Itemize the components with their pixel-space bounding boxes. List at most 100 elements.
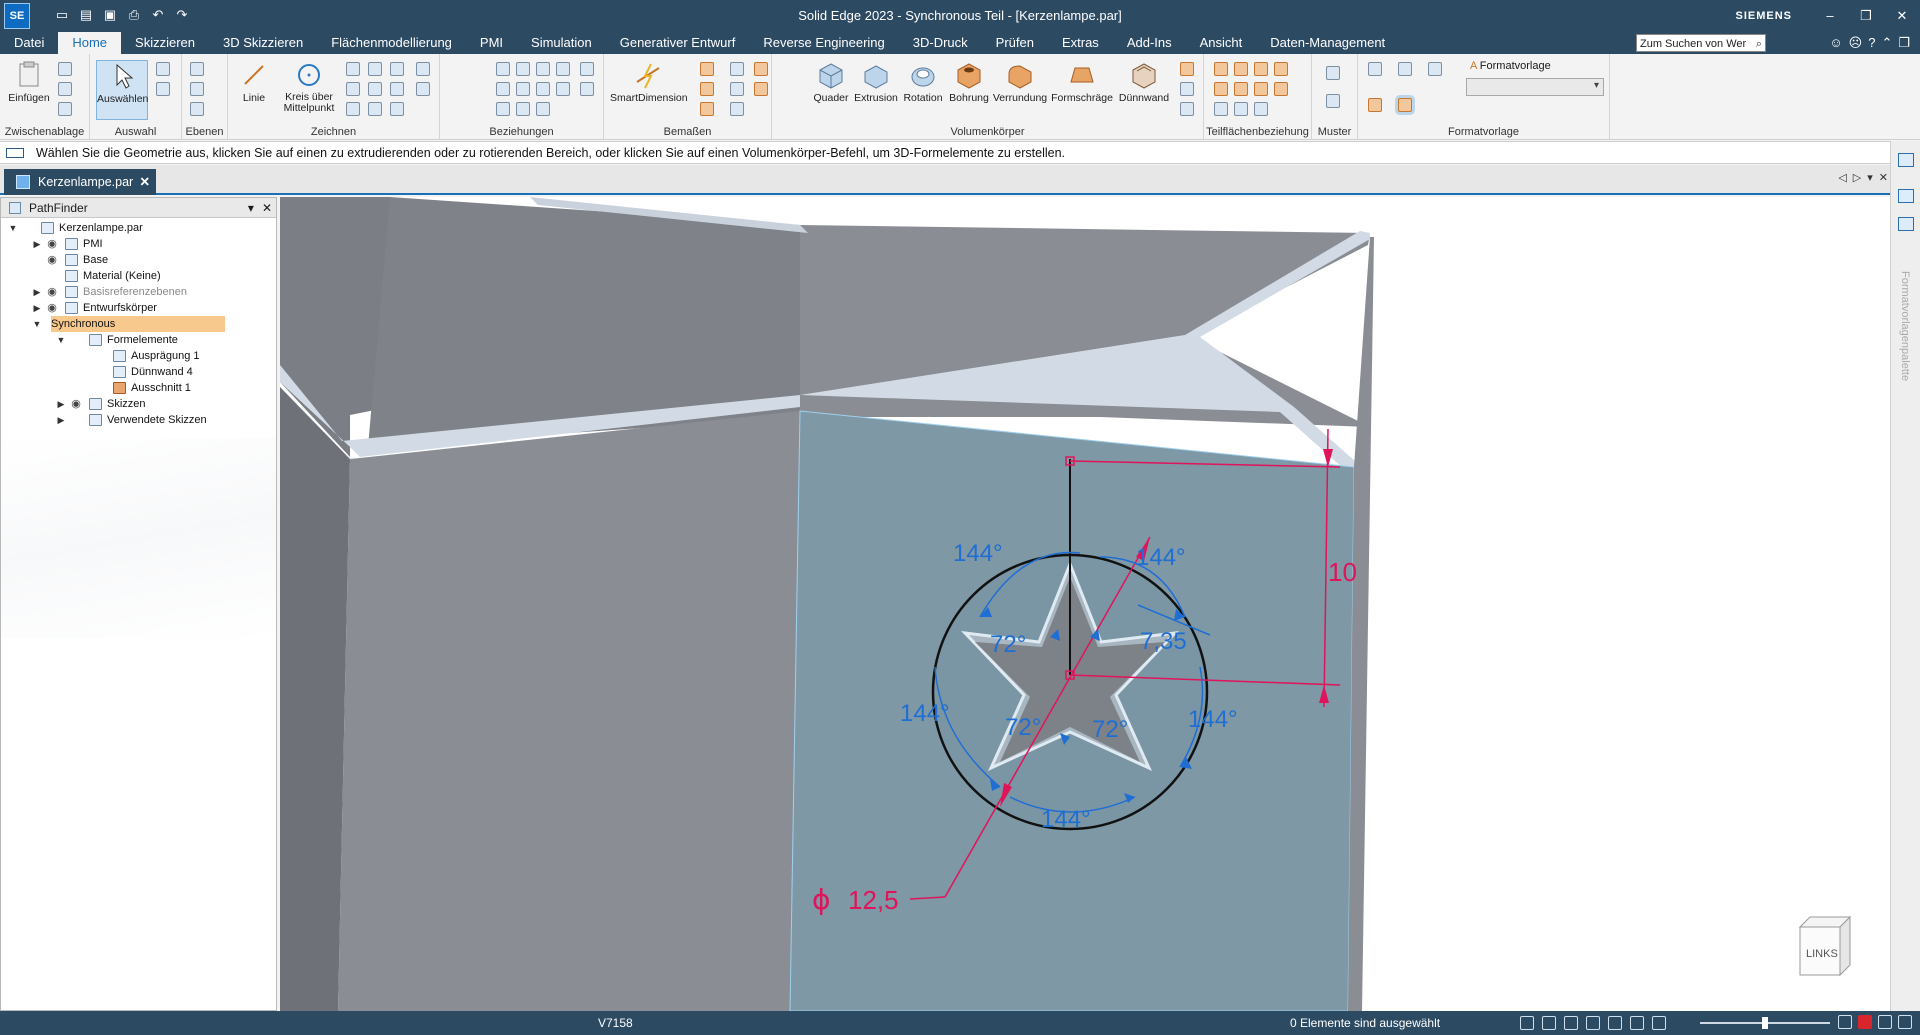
- command-search-input[interactable]: Zum Suchen von Wer ⌕: [1636, 34, 1766, 52]
- tab-prüfen[interactable]: Prüfen: [982, 32, 1048, 54]
- tree-item[interactable]: ▶ Verwendete Skizzen: [1, 412, 276, 428]
- frown-feedback-icon[interactable]: ☹: [1849, 32, 1863, 54]
- tree-item[interactable]: Dünnwand 4: [1, 364, 276, 380]
- tree-item[interactable]: ◉ Base: [1, 252, 276, 268]
- perpendicular-face-icon[interactable]: [1254, 82, 1268, 96]
- collapse-arrow-icon[interactable]: ▼: [31, 316, 43, 332]
- draft-button[interactable]: Formschräge: [1050, 60, 1114, 104]
- coordinate-system-icon[interactable]: [190, 102, 204, 116]
- tab-home[interactable]: Home: [58, 32, 122, 54]
- angle-label-6[interactable]: 144°: [900, 700, 950, 727]
- tangent-face-icon[interactable]: [1234, 82, 1248, 96]
- connect-icon[interactable]: [496, 62, 510, 76]
- view-cube[interactable]: LINKS: [1798, 915, 1852, 977]
- zoom-in-icon[interactable]: [1838, 1015, 1852, 1029]
- visibility-eye-icon[interactable]: ◉: [69, 396, 83, 412]
- expand-arrow-icon[interactable]: ▶: [31, 300, 43, 316]
- maintain-relations-icon[interactable]: [580, 82, 594, 96]
- ground-face-icon[interactable]: [1214, 102, 1228, 116]
- angle-label-2[interactable]: 144°: [1136, 544, 1186, 571]
- style-select[interactable]: [1466, 78, 1604, 96]
- angle-between-icon[interactable]: [700, 82, 714, 96]
- shell-options-icon[interactable]: [1180, 82, 1194, 96]
- close-document-icon[interactable]: ✕: [1879, 171, 1888, 184]
- format-painter-icon[interactable]: [58, 102, 72, 116]
- arc-icon[interactable]: [346, 82, 360, 96]
- cut-icon[interactable]: [58, 62, 72, 76]
- part-view-icon[interactable]: [1368, 62, 1382, 76]
- prompt-icon[interactable]: [6, 148, 24, 158]
- relation-assistant-icon[interactable]: [580, 62, 594, 76]
- front-left-face[interactable]: [280, 387, 350, 1011]
- tab-next-icon[interactable]: ▷: [1853, 171, 1861, 184]
- plane-icon[interactable]: [190, 62, 204, 76]
- smile-feedback-icon[interactable]: ☺: [1829, 32, 1842, 54]
- tree-item[interactable]: ▼ Synchronous: [1, 316, 276, 332]
- tab-generativer-entwurf[interactable]: Generativer Entwurf: [606, 32, 750, 54]
- tree-item[interactable]: Ausschnitt 1: [1, 380, 276, 396]
- curve-icon[interactable]: [368, 62, 382, 76]
- help-icon[interactable]: ?: [1868, 32, 1875, 54]
- coordinate-dimension-icon[interactable]: [700, 102, 714, 116]
- diameter-value[interactable]: 12,5: [848, 885, 899, 915]
- tab-ansicht[interactable]: Ansicht: [1186, 32, 1257, 54]
- expand-arrow-icon[interactable]: ▶: [31, 236, 43, 252]
- tree-item[interactable]: ▶ ◉ Entwurfskörper: [1, 300, 276, 316]
- box-button[interactable]: Quader: [812, 60, 850, 104]
- expand-arrow-icon[interactable]: ▶: [55, 412, 67, 428]
- style-palette-label[interactable]: Formatvorlagenpalette: [1899, 271, 1911, 381]
- dock-style-icon[interactable]: [1898, 217, 1914, 231]
- command-finder-icon[interactable]: [1878, 1015, 1892, 1029]
- round-button[interactable]: Verrundung: [992, 60, 1048, 104]
- body-options-icon[interactable]: [1180, 102, 1194, 116]
- paste-button[interactable]: Einfügen: [8, 60, 50, 104]
- parallel-icon[interactable]: [536, 82, 550, 96]
- tab-file[interactable]: Datei: [0, 32, 58, 54]
- offset-face-icon[interactable]: [1274, 62, 1288, 76]
- expand-arrow-icon[interactable]: ▶: [55, 396, 67, 412]
- rigid-icon[interactable]: [556, 82, 570, 96]
- revolve-button[interactable]: Rotation: [902, 60, 944, 104]
- trim-icon[interactable]: [368, 102, 382, 116]
- tab-3d-skizzieren[interactable]: 3D Skizzieren: [209, 32, 317, 54]
- coplanar-icon[interactable]: [1214, 62, 1228, 76]
- dim-10-label[interactable]: 10: [1328, 557, 1357, 587]
- expand-arrow-icon[interactable]: ▶: [31, 284, 43, 300]
- tab-prev-icon[interactable]: ◁: [1838, 171, 1846, 184]
- visibility-eye-icon[interactable]: ◉: [45, 236, 59, 252]
- zoom-area-icon[interactable]: [1542, 1016, 1556, 1030]
- project-icon[interactable]: [416, 62, 430, 76]
- minimize-button[interactable]: –: [1812, 0, 1848, 32]
- angle-label-5[interactable]: 72°: [1092, 716, 1128, 743]
- tree-item[interactable]: ▼ Kerzenlampe.par: [1, 220, 276, 236]
- tab-add-ins[interactable]: Add-Ins: [1113, 32, 1186, 54]
- zoom-slider[interactable]: [1700, 1017, 1830, 1029]
- rigid-face-icon[interactable]: [1274, 82, 1288, 96]
- lock-face-icon[interactable]: [1234, 102, 1248, 116]
- mirror-feature-icon[interactable]: [1326, 94, 1340, 108]
- visibility-eye-icon[interactable]: ◉: [45, 300, 59, 316]
- smartdimension-button[interactable]: SmartDimension: [610, 60, 688, 104]
- views-icon[interactable]: [1630, 1016, 1644, 1030]
- close-tab-icon[interactable]: ✕: [140, 169, 150, 195]
- collapse-arrow-icon[interactable]: ▼: [55, 332, 67, 348]
- thinwall-button[interactable]: Dünnwand: [1116, 60, 1172, 104]
- graphics-viewport[interactable]: 10 ϕ 12,5 144° 144° 72° 72° 72° 144° 144…: [280, 197, 1890, 1011]
- tab-extras[interactable]: Extras: [1048, 32, 1113, 54]
- view-fit-icon[interactable]: [1520, 1016, 1534, 1030]
- tab-reverse-engineering[interactable]: Reverse Engineering: [749, 32, 898, 54]
- collinear-icon[interactable]: [496, 102, 510, 116]
- extrude-button[interactable]: Extrusion: [854, 60, 898, 104]
- dock-layers-icon[interactable]: [1898, 153, 1914, 167]
- relation-handles-icon[interactable]: [536, 102, 550, 116]
- ribbon-minimize-icon[interactable]: ⌃: [1881, 32, 1892, 54]
- symmetric-icon[interactable]: [516, 102, 530, 116]
- visibility-eye-icon[interactable]: ◉: [45, 252, 59, 268]
- tab-flächenmodellierung[interactable]: Flächenmodellierung: [317, 32, 466, 54]
- angle-label-4[interactable]: 72°: [1005, 714, 1041, 741]
- tree-item[interactable]: ▶ ◉ Skizzen: [1, 396, 276, 412]
- collapse-arrow-icon[interactable]: ▼: [7, 220, 19, 236]
- panel-menu-icon[interactable]: ▾: [248, 198, 254, 218]
- dock-help-icon[interactable]: [1898, 189, 1914, 203]
- move-icon[interactable]: [390, 82, 404, 96]
